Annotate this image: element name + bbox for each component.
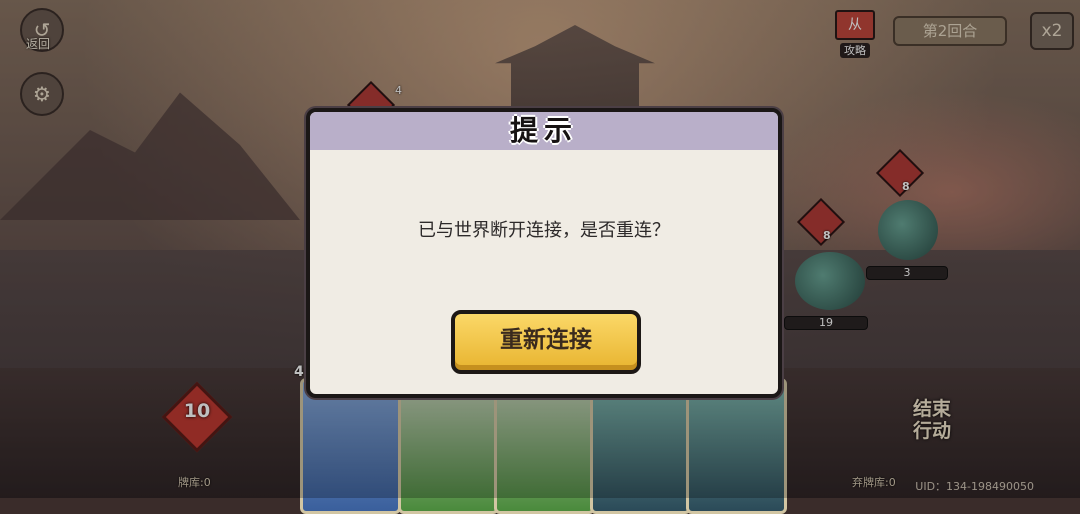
dialog-message: 已与世界断开连接，是否重连？ bbox=[418, 220, 670, 241]
dialog-title: 提示 bbox=[509, 114, 578, 147]
reconnect-button[interactable]: 重新连接 bbox=[451, 310, 641, 374]
reconnect-dialog: 提示 已与世界断开连接，是否重连？ 重新连接 bbox=[306, 108, 782, 398]
